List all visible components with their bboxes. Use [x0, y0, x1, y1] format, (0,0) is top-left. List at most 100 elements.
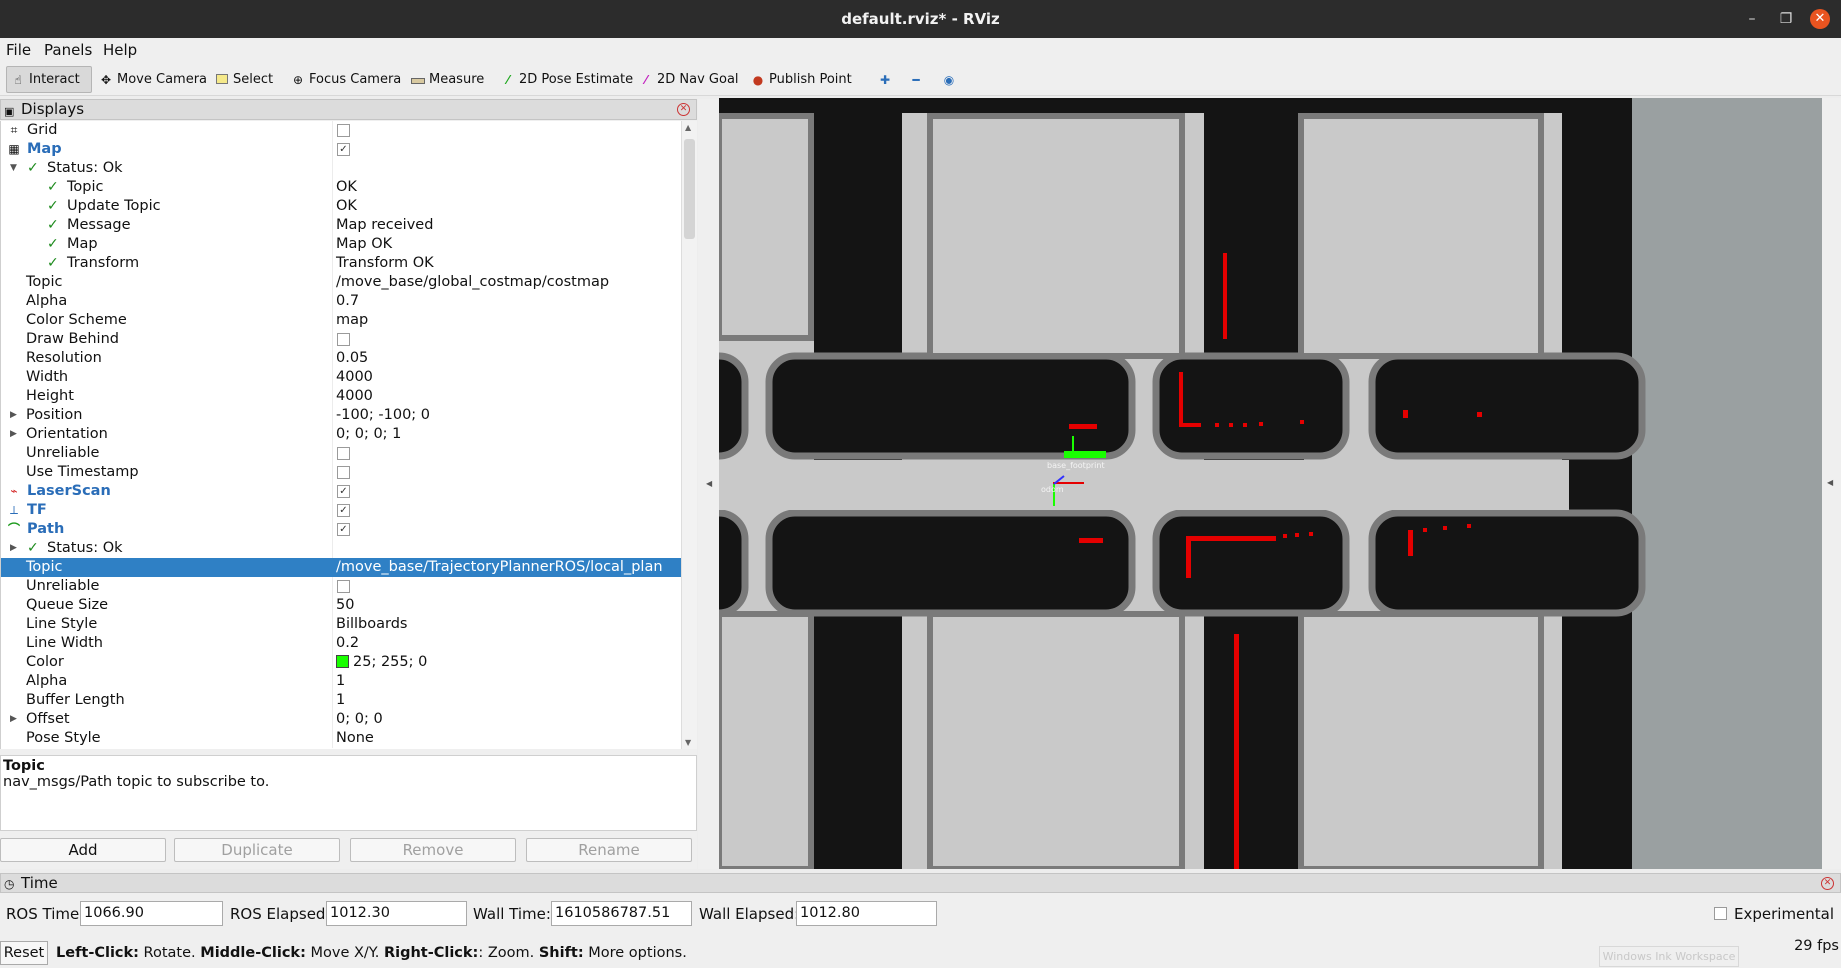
map-unreliable-checkbox[interactable]	[337, 447, 350, 460]
displays-title: Displays	[21, 100, 85, 118]
map-color-scheme[interactable]: Color Scheme map	[1, 311, 681, 330]
tool-2d-pose-estimate[interactable]: ⁄ 2D Pose Estimate	[497, 66, 637, 93]
map-icon: ▦	[8, 142, 20, 156]
path-offset[interactable]: ▶ Offset 0; 0; 0	[1, 710, 681, 729]
map-unreliable[interactable]: Unreliable	[1, 444, 681, 463]
path-unreliable[interactable]: Unreliable	[1, 577, 681, 596]
status-bar: Reset Left-Click: Rotate. Middle-Click: …	[0, 937, 1841, 968]
path-buffer-length[interactable]: Buffer Length 1	[1, 691, 681, 710]
tool-measure[interactable]: Measure	[407, 66, 488, 93]
menu-help[interactable]: Help	[103, 41, 137, 59]
tf-enabled-checkbox[interactable]: ✓	[337, 504, 350, 517]
wall-elapsed-label: Wall Elapsed:	[699, 905, 800, 923]
time-header: ◷ Time ✕	[0, 873, 1841, 893]
use-timestamp-checkbox[interactable]	[337, 466, 350, 479]
menu-panels[interactable]: Panels	[44, 41, 92, 59]
path-unreliable-checkbox[interactable]	[337, 580, 350, 593]
map-use-timestamp[interactable]: Use Timestamp	[1, 463, 681, 482]
tool-2d-nav-goal[interactable]: ⁄ 2D Nav Goal	[635, 66, 743, 93]
scrollbar-thumb[interactable]	[684, 139, 695, 239]
map-orientation[interactable]: ▶ Orientation 0; 0; 0; 1	[1, 425, 681, 444]
laserscan-enabled-checkbox[interactable]: ✓	[337, 485, 350, 498]
rename-button[interactable]: Rename	[526, 838, 692, 862]
map-draw-behind[interactable]: Draw Behind	[1, 330, 681, 349]
status-transform[interactable]: ✓ Transform Transform OK	[1, 254, 681, 273]
tool-properties-button[interactable]: ◉	[938, 66, 960, 93]
move-camera-icon: ✥	[100, 72, 112, 87]
display-path[interactable]: ⌒ Path ✓	[1, 520, 681, 539]
tool-focus-camera[interactable]: ⊕ Focus Camera	[287, 66, 405, 93]
expand-icon[interactable]: ▶	[10, 539, 17, 558]
measure-icon	[411, 73, 425, 87]
path-line-width[interactable]: Line Width 0.2	[1, 634, 681, 653]
expand-icon[interactable]: ▶	[10, 710, 17, 729]
path-status[interactable]: ▶ ✓ Status: Ok	[1, 539, 681, 558]
path-alpha[interactable]: Alpha 1	[1, 672, 681, 691]
map-width[interactable]: Width 4000	[1, 368, 681, 387]
map-alpha[interactable]: Alpha 0.7	[1, 292, 681, 311]
close-icon[interactable]: ✕	[1821, 877, 1834, 890]
duplicate-button[interactable]: Duplicate	[174, 838, 340, 862]
help-title: Topic	[3, 758, 45, 774]
map-resolution[interactable]: Resolution 0.05	[1, 349, 681, 368]
displays-tree: ⌗ Grid ▦ Map ✓ ▼ ✓ Status: Ok ✓ Topic OK…	[0, 121, 681, 749]
add-tool-button[interactable]: ✚	[874, 66, 896, 93]
status-map[interactable]: ✓ Map Map OK	[1, 235, 681, 254]
wall-elapsed-field[interactable]: 1012.80	[796, 901, 937, 926]
property-help: Topic nav_msgs/Path topic to subscribe t…	[0, 755, 697, 831]
maximize-button[interactable]: ❐	[1776, 9, 1796, 29]
minimize-button[interactable]: –	[1742, 9, 1762, 29]
scroll-down-icon[interactable]: ▼	[685, 738, 691, 747]
display-grid[interactable]: ⌗ Grid	[1, 121, 681, 140]
panel-splitter[interactable]: ◀	[698, 99, 719, 869]
render-viewport[interactable]: base_footprint odom	[719, 98, 1822, 869]
map-enabled-checkbox[interactable]: ✓	[337, 143, 350, 156]
nav-goal-icon: ⁄	[644, 72, 647, 87]
add-button[interactable]: Add	[0, 838, 166, 862]
experimental-checkbox[interactable]	[1714, 907, 1727, 920]
wall-time-field[interactable]: 1610586787.51	[551, 901, 692, 926]
right-panel-collapser[interactable]: ◀	[1822, 98, 1841, 869]
displays-scrollbar[interactable]: ▲ ▼	[681, 121, 697, 749]
close-icon[interactable]: ✕	[677, 103, 690, 116]
tool-interact[interactable]: ☝ Interact	[6, 66, 92, 93]
tool-move-camera[interactable]: ✥ Move Camera	[95, 66, 211, 93]
expand-icon[interactable]: ▶	[10, 406, 17, 425]
path-color[interactable]: Color 25; 255; 0	[1, 653, 681, 672]
grid-enabled-checkbox[interactable]	[337, 124, 350, 137]
ros-elapsed-field[interactable]: 1012.30	[326, 901, 467, 926]
color-swatch[interactable]	[336, 655, 349, 668]
remove-button[interactable]: Remove	[350, 838, 516, 862]
path-line-style[interactable]: Line Style Billboards	[1, 615, 681, 634]
draw-behind-checkbox[interactable]	[337, 333, 350, 346]
map-height[interactable]: Height 4000	[1, 387, 681, 406]
costmap-view[interactable]: base_footprint odom	[719, 98, 1822, 869]
reset-button[interactable]: Reset	[0, 941, 48, 965]
map-topic[interactable]: Topic /move_base/global_costmap/costmap	[1, 273, 681, 292]
path-pose-style[interactable]: Pose Style None	[1, 729, 681, 748]
collapse-right-icon[interactable]: ◀	[1827, 478, 1833, 487]
status-topic[interactable]: ✓ Topic OK	[1, 178, 681, 197]
path-enabled-checkbox[interactable]: ✓	[337, 523, 350, 536]
collapse-icon[interactable]: ▼	[10, 159, 17, 178]
menu-file[interactable]: File	[6, 41, 31, 59]
display-laserscan[interactable]: ⌁ LaserScan ✓	[1, 482, 681, 501]
path-topic[interactable]: Topic /move_base/TrajectoryPlannerROS/lo…	[1, 558, 681, 577]
ros-time-field[interactable]: 1066.90	[80, 901, 223, 926]
wall-time-label: Wall Time:	[473, 905, 551, 923]
expand-icon[interactable]: ▶	[10, 425, 17, 444]
display-tf[interactable]: ⟂ TF ✓	[1, 501, 681, 520]
collapse-left-icon[interactable]: ◀	[706, 479, 712, 488]
map-status[interactable]: ▼ ✓ Status: Ok	[1, 159, 681, 178]
tool-select[interactable]: Select	[211, 66, 277, 93]
ros-time-label: ROS Time:	[6, 905, 85, 923]
remove-tool-button[interactable]: ━	[905, 66, 927, 93]
status-message[interactable]: ✓ Message Map received	[1, 216, 681, 235]
tool-publish-point[interactable]: ● Publish Point	[747, 66, 856, 93]
close-button[interactable]: ✕	[1810, 9, 1830, 29]
scroll-up-icon[interactable]: ▲	[685, 123, 691, 132]
map-position[interactable]: ▶ Position -100; -100; 0	[1, 406, 681, 425]
display-map[interactable]: ▦ Map ✓	[1, 140, 681, 159]
path-queue-size[interactable]: Queue Size 50	[1, 596, 681, 615]
status-update-topic[interactable]: ✓ Update Topic OK	[1, 197, 681, 216]
